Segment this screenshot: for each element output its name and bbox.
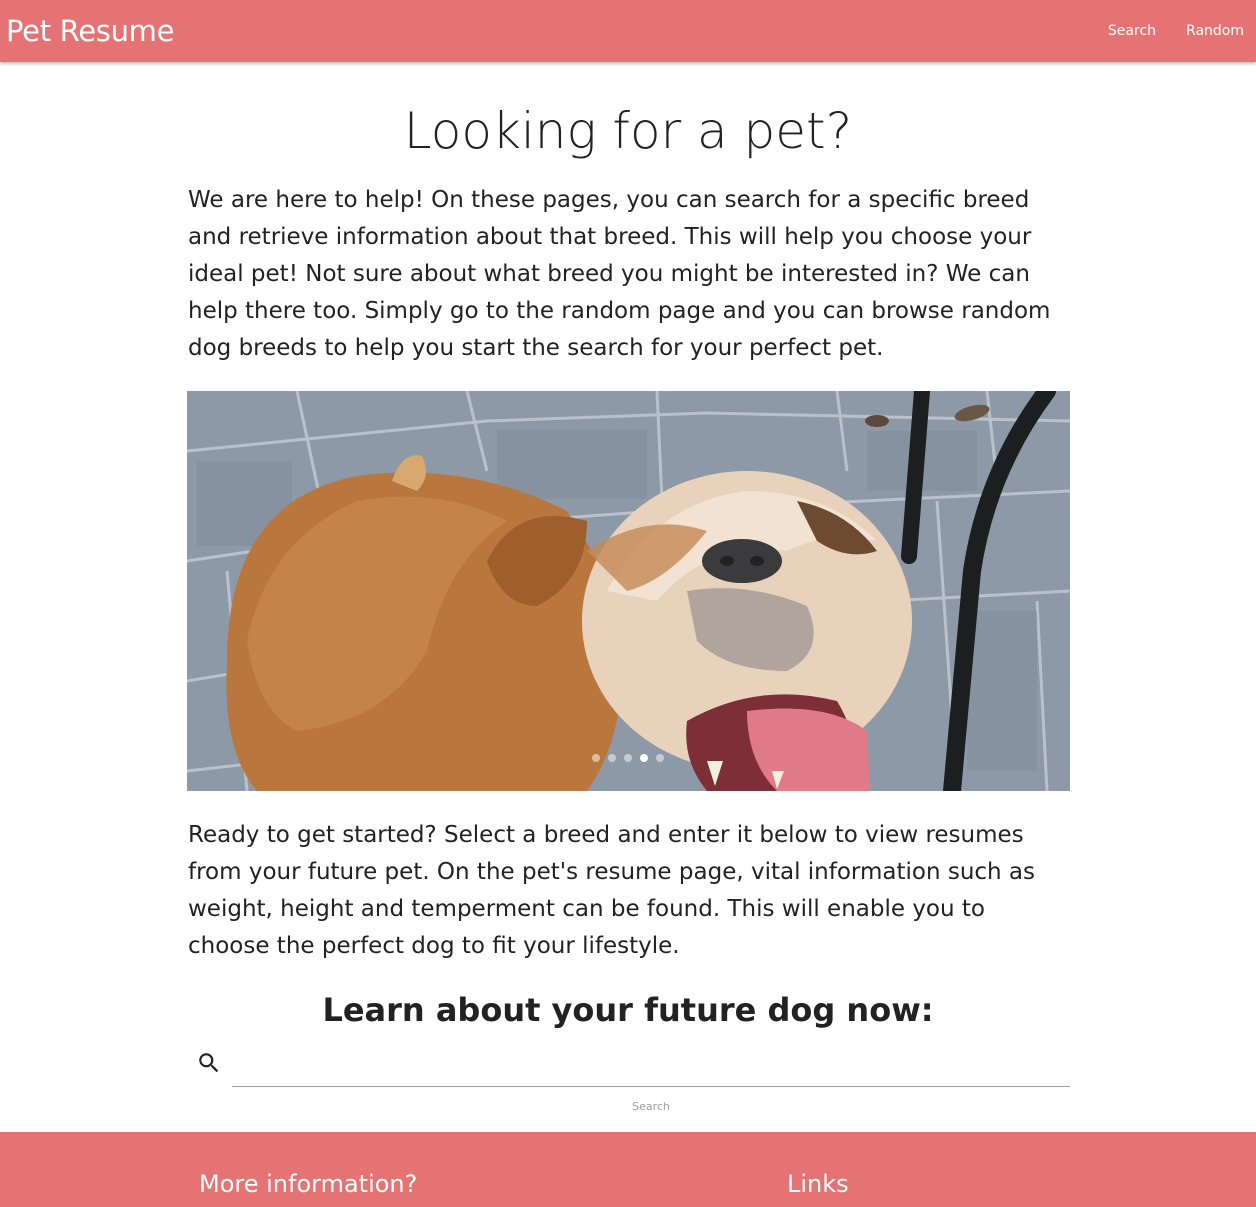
footer-more-info-heading: More information? [199,1170,418,1198]
nav-link-search[interactable]: Search [1108,20,1156,42]
intro-paragraph: We are here to help! On these pages, you… [188,187,1051,361]
search-icon [199,1053,219,1073]
footer [0,1132,1256,1207]
carousel-dot-3[interactable] [624,754,632,762]
search-input-label: Search [632,1100,670,1113]
image-carousel[interactable] [187,391,1070,791]
carousel-dot-2[interactable] [608,754,616,762]
footer-links-heading: Links [787,1170,849,1198]
carousel-indicators [592,754,664,762]
page-title: Looking for a pet? [403,102,853,160]
ready-paragraph: Ready to get started? Select a breed and… [188,822,1036,959]
carousel-dot-1[interactable] [592,754,600,762]
nav-link-random[interactable]: Random [1186,20,1244,42]
nav-links: Search Random [1108,20,1244,42]
breed-search-input[interactable] [232,1046,1070,1087]
carousel-dot-5[interactable] [656,754,664,762]
carousel-slide-dog-photo [187,391,1070,791]
brand-logo-text[interactable]: Pet Resume [6,12,174,50]
search-heading: Learn about your future dog now: [322,991,934,1029]
navbar: Pet Resume Search Random [0,0,1256,62]
carousel-dot-4-active[interactable] [640,754,648,762]
